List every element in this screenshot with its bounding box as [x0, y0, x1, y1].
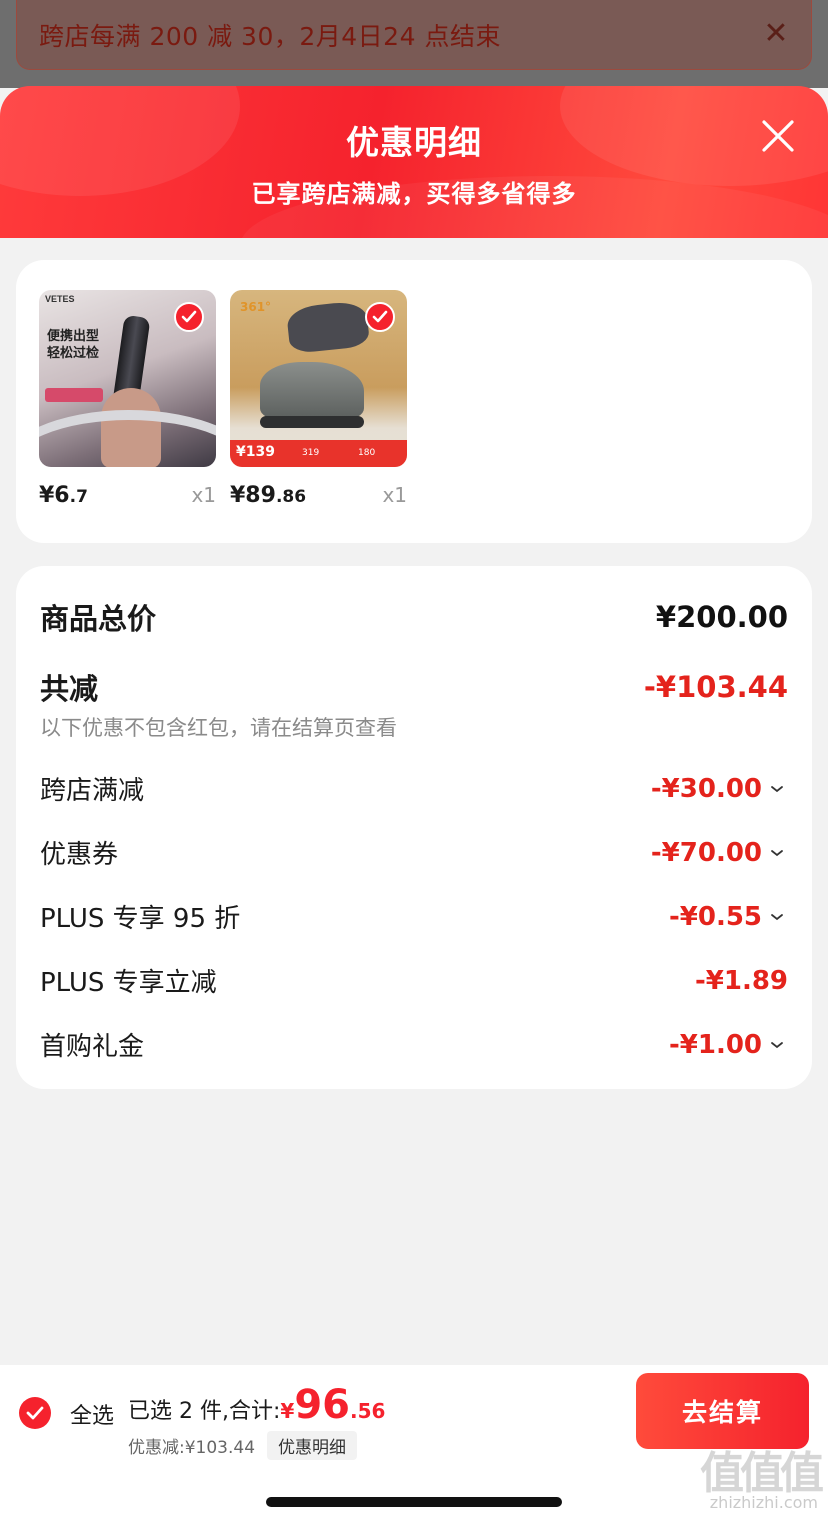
discount-label: PLUS 专享 95 折: [40, 904, 241, 934]
selected-check-icon[interactable]: [174, 302, 204, 332]
product-quantity: x1: [191, 483, 216, 507]
product-item[interactable]: 361° ¥139 319 180 ¥89.86 x1: [230, 290, 407, 508]
sheet-title: 优惠明细: [346, 123, 482, 162]
product-image-shoe: [260, 362, 364, 420]
promo-banner-text: 跨店每满 200 减 30，2月4日24 点结束: [39, 21, 501, 51]
discount-row[interactable]: 首购礼金 -¥1.00: [40, 1026, 788, 1063]
total-decimal: .56: [349, 1399, 386, 1423]
discount-row: PLUS 专享立减 -¥1.89: [40, 962, 788, 999]
discount-value: -¥1.00: [669, 1030, 788, 1060]
chevron-down-icon[interactable]: [770, 848, 784, 858]
checkout-bar: 全选 已选 2 件,合计: ¥ 96 .56 优惠减:¥103.44 优惠明细 …: [0, 1365, 828, 1523]
discount-row[interactable]: 优惠券 -¥70.00: [40, 834, 788, 871]
select-all-check-icon[interactable]: [19, 1397, 51, 1429]
product-promo-text: 便携出型 轻松过检: [47, 329, 100, 361]
total-integer: 96: [294, 1382, 350, 1428]
discount-label: 首购礼金: [40, 1032, 145, 1062]
discount-value: -¥70.00: [651, 838, 788, 868]
discount-row[interactable]: 跨店满减 -¥30.00: [40, 770, 788, 807]
product-image-sole: [260, 416, 364, 428]
product-item[interactable]: VETES 便携出型 轻松过检 ¥6.7 x1: [39, 290, 216, 508]
close-icon[interactable]: [760, 118, 796, 154]
discount-detail-button[interactable]: 优惠明细: [267, 1431, 358, 1460]
discount-label: 优惠券: [40, 840, 119, 870]
product-quantity: x1: [382, 483, 407, 507]
discount-value: -¥30.00: [651, 774, 788, 804]
total-discount-value: -¥103.44: [643, 670, 788, 704]
discount-summary-card: 商品总价 ¥200.00 共减 -¥103.44 以下优惠不包含红包，请在结算页…: [16, 566, 812, 1089]
product-price: ¥6.7: [39, 483, 88, 508]
product-image-window: [39, 410, 216, 467]
sheet-subtitle: 已享跨店满减，买得多省得多: [251, 180, 577, 208]
home-indicator: [266, 1497, 562, 1507]
promo-banner: 跨店每满 200 减 30，2月4日24 点结束 ✕: [16, 0, 812, 70]
brand-logo: 361°: [240, 300, 272, 314]
total-currency: ¥: [280, 1399, 295, 1423]
discount-label: 跨店满减: [40, 776, 145, 806]
selected-total: 已选 2 件,合计: ¥ 96 .56: [128, 1382, 385, 1428]
discount-row[interactable]: PLUS 专享 95 折 -¥0.55: [40, 898, 788, 935]
discount-value: -¥1.89: [694, 965, 788, 996]
total-discount-label: 共减: [40, 672, 99, 706]
close-icon[interactable]: ✕: [759, 17, 793, 51]
product-tag: [45, 388, 103, 402]
product-thumbnail[interactable]: VETES 便携出型 轻松过检: [39, 290, 216, 467]
goods-total-label: 商品总价: [40, 602, 157, 636]
select-all-label[interactable]: 全选: [70, 1398, 114, 1430]
chevron-down-icon[interactable]: [770, 1040, 784, 1050]
product-thumbnail[interactable]: 361° ¥139 319 180: [230, 290, 407, 467]
price-strip: ¥139 319 180: [230, 440, 407, 467]
discount-amount-text: 优惠减:¥103.44: [128, 1438, 256, 1458]
discount-line: 优惠减:¥103.44 优惠明细: [128, 1431, 358, 1460]
chevron-down-icon[interactable]: [770, 912, 784, 922]
goods-total-value: ¥200.00: [655, 600, 788, 634]
watermark-url: zhizhizhi.com: [709, 1493, 818, 1512]
chevron-down-icon[interactable]: [770, 784, 784, 794]
discount-note: 以下优惠不包含红包，请在结算页查看: [40, 716, 397, 740]
sheet-header: 优惠明细 已享跨店满减，买得多省得多: [0, 86, 828, 238]
discount-label: PLUS 专享立减: [40, 968, 217, 998]
discount-value: -¥0.55: [669, 902, 788, 932]
brand-logo: VETES: [45, 294, 75, 304]
product-image-shoe-top: [285, 299, 371, 355]
watermark-logo: 值值值: [700, 1448, 824, 1499]
product-list-card: VETES 便携出型 轻松过检 ¥6.7 x1 361° ¥139 319 180: [16, 260, 812, 543]
selected-check-icon[interactable]: [365, 302, 395, 332]
product-price: ¥89.86: [230, 483, 307, 508]
selected-count-text: 已选 2 件,合计:: [128, 1399, 281, 1424]
